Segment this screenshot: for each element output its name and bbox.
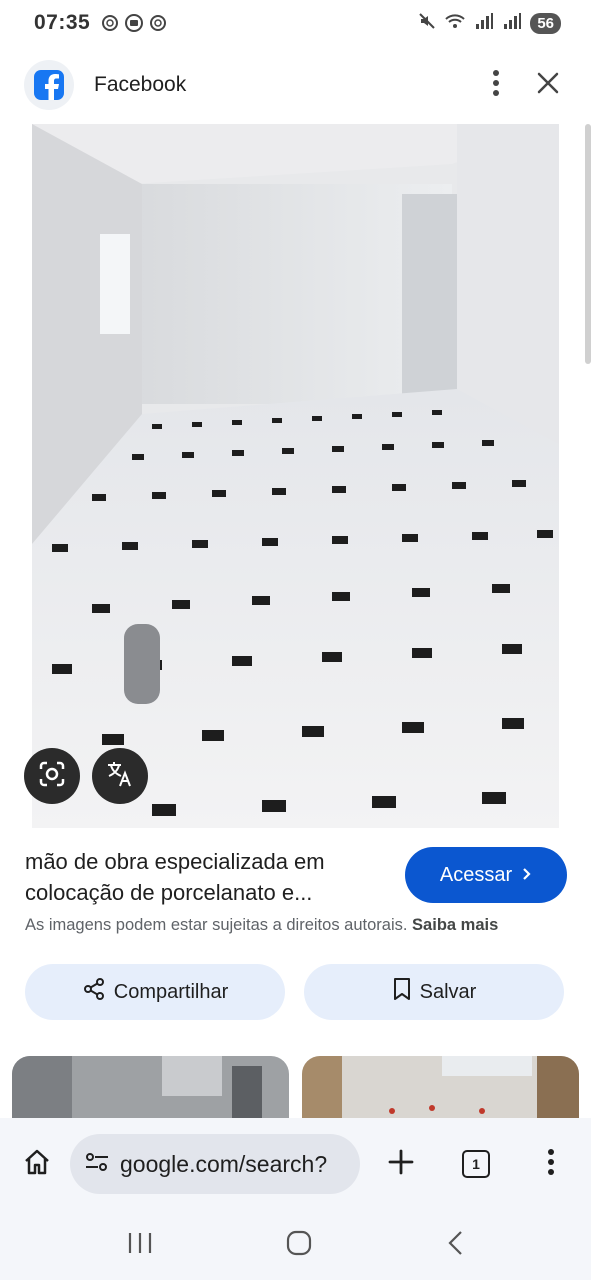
- openai-icon: [100, 13, 120, 33]
- related-image-thumbnail[interactable]: [302, 1056, 579, 1126]
- save-button[interactable]: Salvar: [304, 964, 564, 1020]
- lens-search-button[interactable]: [24, 748, 80, 804]
- status-time: 07:35: [34, 11, 91, 34]
- more-options-icon[interactable]: [548, 1148, 554, 1180]
- more-options-icon[interactable]: [493, 69, 499, 101]
- share-label: Compartilhar: [113, 980, 229, 1003]
- bookmark-icon: [392, 977, 412, 1007]
- status-bar: 07:35 56: [0, 0, 591, 46]
- save-label: Salvar: [419, 980, 477, 1003]
- facebook-logo-icon[interactable]: [24, 60, 74, 110]
- chevron-right-icon: [522, 864, 532, 887]
- copyright-notice: As imagens podem estar sujeitas a direit…: [25, 916, 498, 935]
- battery-indicator: 56: [530, 12, 561, 34]
- home-icon[interactable]: [22, 1147, 52, 1182]
- system-icons: 56: [418, 12, 561, 35]
- new-tab-icon[interactable]: [388, 1149, 414, 1180]
- translate-icon: [105, 759, 135, 794]
- learn-more-link[interactable]: Saiba mais: [412, 916, 498, 934]
- mute-icon: [418, 12, 436, 35]
- video-icon: [124, 13, 144, 33]
- result-title[interactable]: mão de obra especializada em colocação d…: [25, 846, 385, 908]
- lens-icon: [38, 760, 66, 793]
- close-icon[interactable]: [537, 72, 559, 99]
- system-navigation-bar: [0, 1210, 591, 1280]
- access-label: Acessar: [439, 863, 513, 886]
- signal-icon: [502, 12, 522, 35]
- source-header: Facebook: [0, 46, 591, 124]
- browser-toolbar: google.com/search? 1: [0, 1118, 591, 1210]
- wifi-icon: [444, 12, 466, 35]
- site-settings-icon[interactable]: [84, 1150, 110, 1179]
- signal-icon: [474, 12, 494, 35]
- main-image[interactable]: [32, 124, 559, 828]
- openai-icon: [148, 13, 168, 33]
- image-viewer[interactable]: [0, 124, 591, 828]
- related-image-thumbnail[interactable]: [12, 1056, 289, 1126]
- copyright-text: As imagens podem estar sujeitas a direit…: [25, 916, 408, 934]
- scrollbar[interactable]: [585, 124, 591, 364]
- translate-button[interactable]: [92, 748, 148, 804]
- site-title[interactable]: Facebook: [94, 73, 186, 97]
- notification-icons: [100, 13, 168, 33]
- back-icon[interactable]: [446, 1230, 464, 1261]
- access-button[interactable]: Acessar: [405, 847, 567, 903]
- share-icon: [82, 977, 106, 1007]
- home-button-icon[interactable]: [286, 1230, 312, 1261]
- address-bar[interactable]: google.com/search?: [70, 1134, 360, 1194]
- recent-apps-icon[interactable]: [127, 1231, 153, 1260]
- url-text[interactable]: google.com/search?: [120, 1151, 327, 1178]
- share-button[interactable]: Compartilhar: [25, 964, 285, 1020]
- tab-switcher-button[interactable]: 1: [462, 1150, 490, 1178]
